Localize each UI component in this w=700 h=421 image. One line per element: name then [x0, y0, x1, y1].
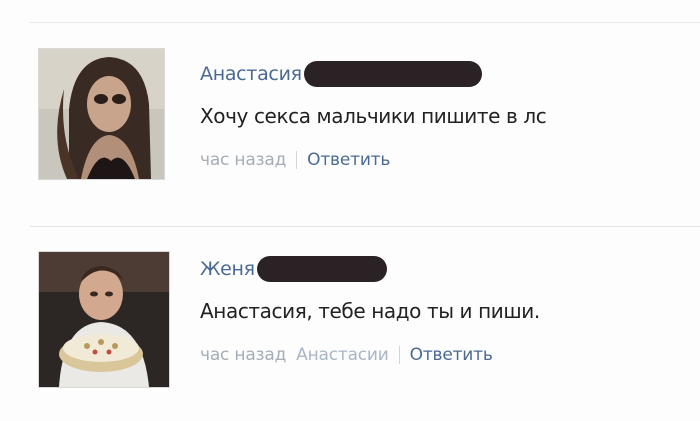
comments-page: Анастасия Хочу секса мальчики пишите в л…	[0, 0, 700, 421]
avatar-photo-man-with-cake	[39, 252, 169, 387]
divider	[30, 226, 700, 227]
avatar[interactable]	[38, 48, 165, 180]
comment-body: Анастасия Хочу секса мальчики пишите в л…	[200, 60, 680, 170]
reply-to-name[interactable]: Анастасии	[296, 345, 389, 365]
divider	[30, 22, 700, 23]
meta-separator	[296, 151, 298, 169]
comment-meta: час назад Анастасии Ответить	[200, 345, 680, 365]
comment-item: Женя Анастасия, тебе надо ты и пиши. час…	[30, 245, 700, 405]
comment-meta: час назад Ответить	[200, 150, 680, 170]
comment-time[interactable]: час назад	[200, 150, 286, 170]
author-line: Женя	[200, 255, 680, 283]
comment-body: Женя Анастасия, тебе надо ты и пиши. час…	[200, 255, 680, 365]
avatar-photo-woman	[39, 49, 164, 179]
author-line: Анастасия	[200, 60, 680, 88]
meta-separator	[398, 346, 400, 364]
comment-item: Анастасия Хочу секса мальчики пишите в л…	[30, 48, 700, 208]
redaction-mark	[256, 255, 387, 282]
reply-link[interactable]: Ответить	[307, 150, 390, 170]
reply-link[interactable]: Ответить	[410, 345, 493, 365]
redaction-mark	[303, 60, 482, 87]
author-name[interactable]: Анастасия	[200, 63, 302, 85]
avatar[interactable]	[38, 251, 170, 388]
author-name[interactable]: Женя	[200, 258, 255, 280]
comment-text: Анастасия, тебе надо ты и пиши.	[200, 299, 540, 323]
comment-time[interactable]: час назад	[200, 345, 286, 365]
comment-text: Хочу секса мальчики пишите в лс	[200, 104, 547, 128]
